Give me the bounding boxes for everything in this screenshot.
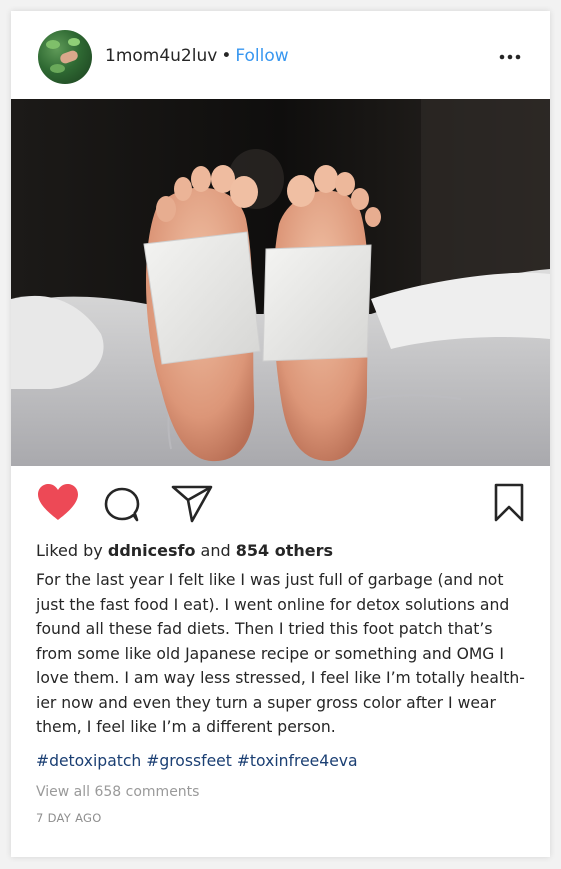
paper-plane-icon[interactable] [170, 483, 214, 525]
comment-icon[interactable] [102, 484, 142, 524]
post-actions [11, 466, 550, 536]
feet-with-patches-image [11, 99, 550, 466]
bookmark-icon[interactable] [492, 482, 526, 524]
username-line: 1mom4u2luv • Follow [105, 44, 289, 68]
liked-by-user[interactable]: ddnicesfo [108, 541, 196, 560]
hashtags[interactable]: #detoxipatch #grossfeet #toxinfree4eva [36, 749, 358, 773]
post-card: 1mom4u2luv • Follow Liked by ddnicesfo a… [11, 11, 550, 857]
liked-by-others[interactable]: 854 others [236, 541, 333, 560]
post-photo[interactable] [11, 99, 550, 466]
username-link[interactable]: 1mom4u2luv [105, 46, 217, 66]
avatar[interactable] [38, 30, 92, 84]
separator-dot: • [221, 46, 232, 66]
likes-summary: Liked by ddnicesfo and 854 others [36, 541, 333, 561]
follow-button[interactable]: Follow [235, 46, 288, 66]
post-header: 1mom4u2luv • Follow [11, 11, 550, 99]
more-options-icon[interactable] [498, 45, 522, 69]
liked-by-prefix: Liked by [36, 541, 103, 560]
liked-by-and: and [200, 541, 231, 560]
post-caption: For the last year I felt like I was just… [36, 571, 525, 736]
view-all-comments-link[interactable]: View all 658 comments [36, 782, 199, 802]
heart-icon[interactable] [36, 482, 80, 522]
post-timestamp: 7 DAY AGO [36, 811, 102, 825]
